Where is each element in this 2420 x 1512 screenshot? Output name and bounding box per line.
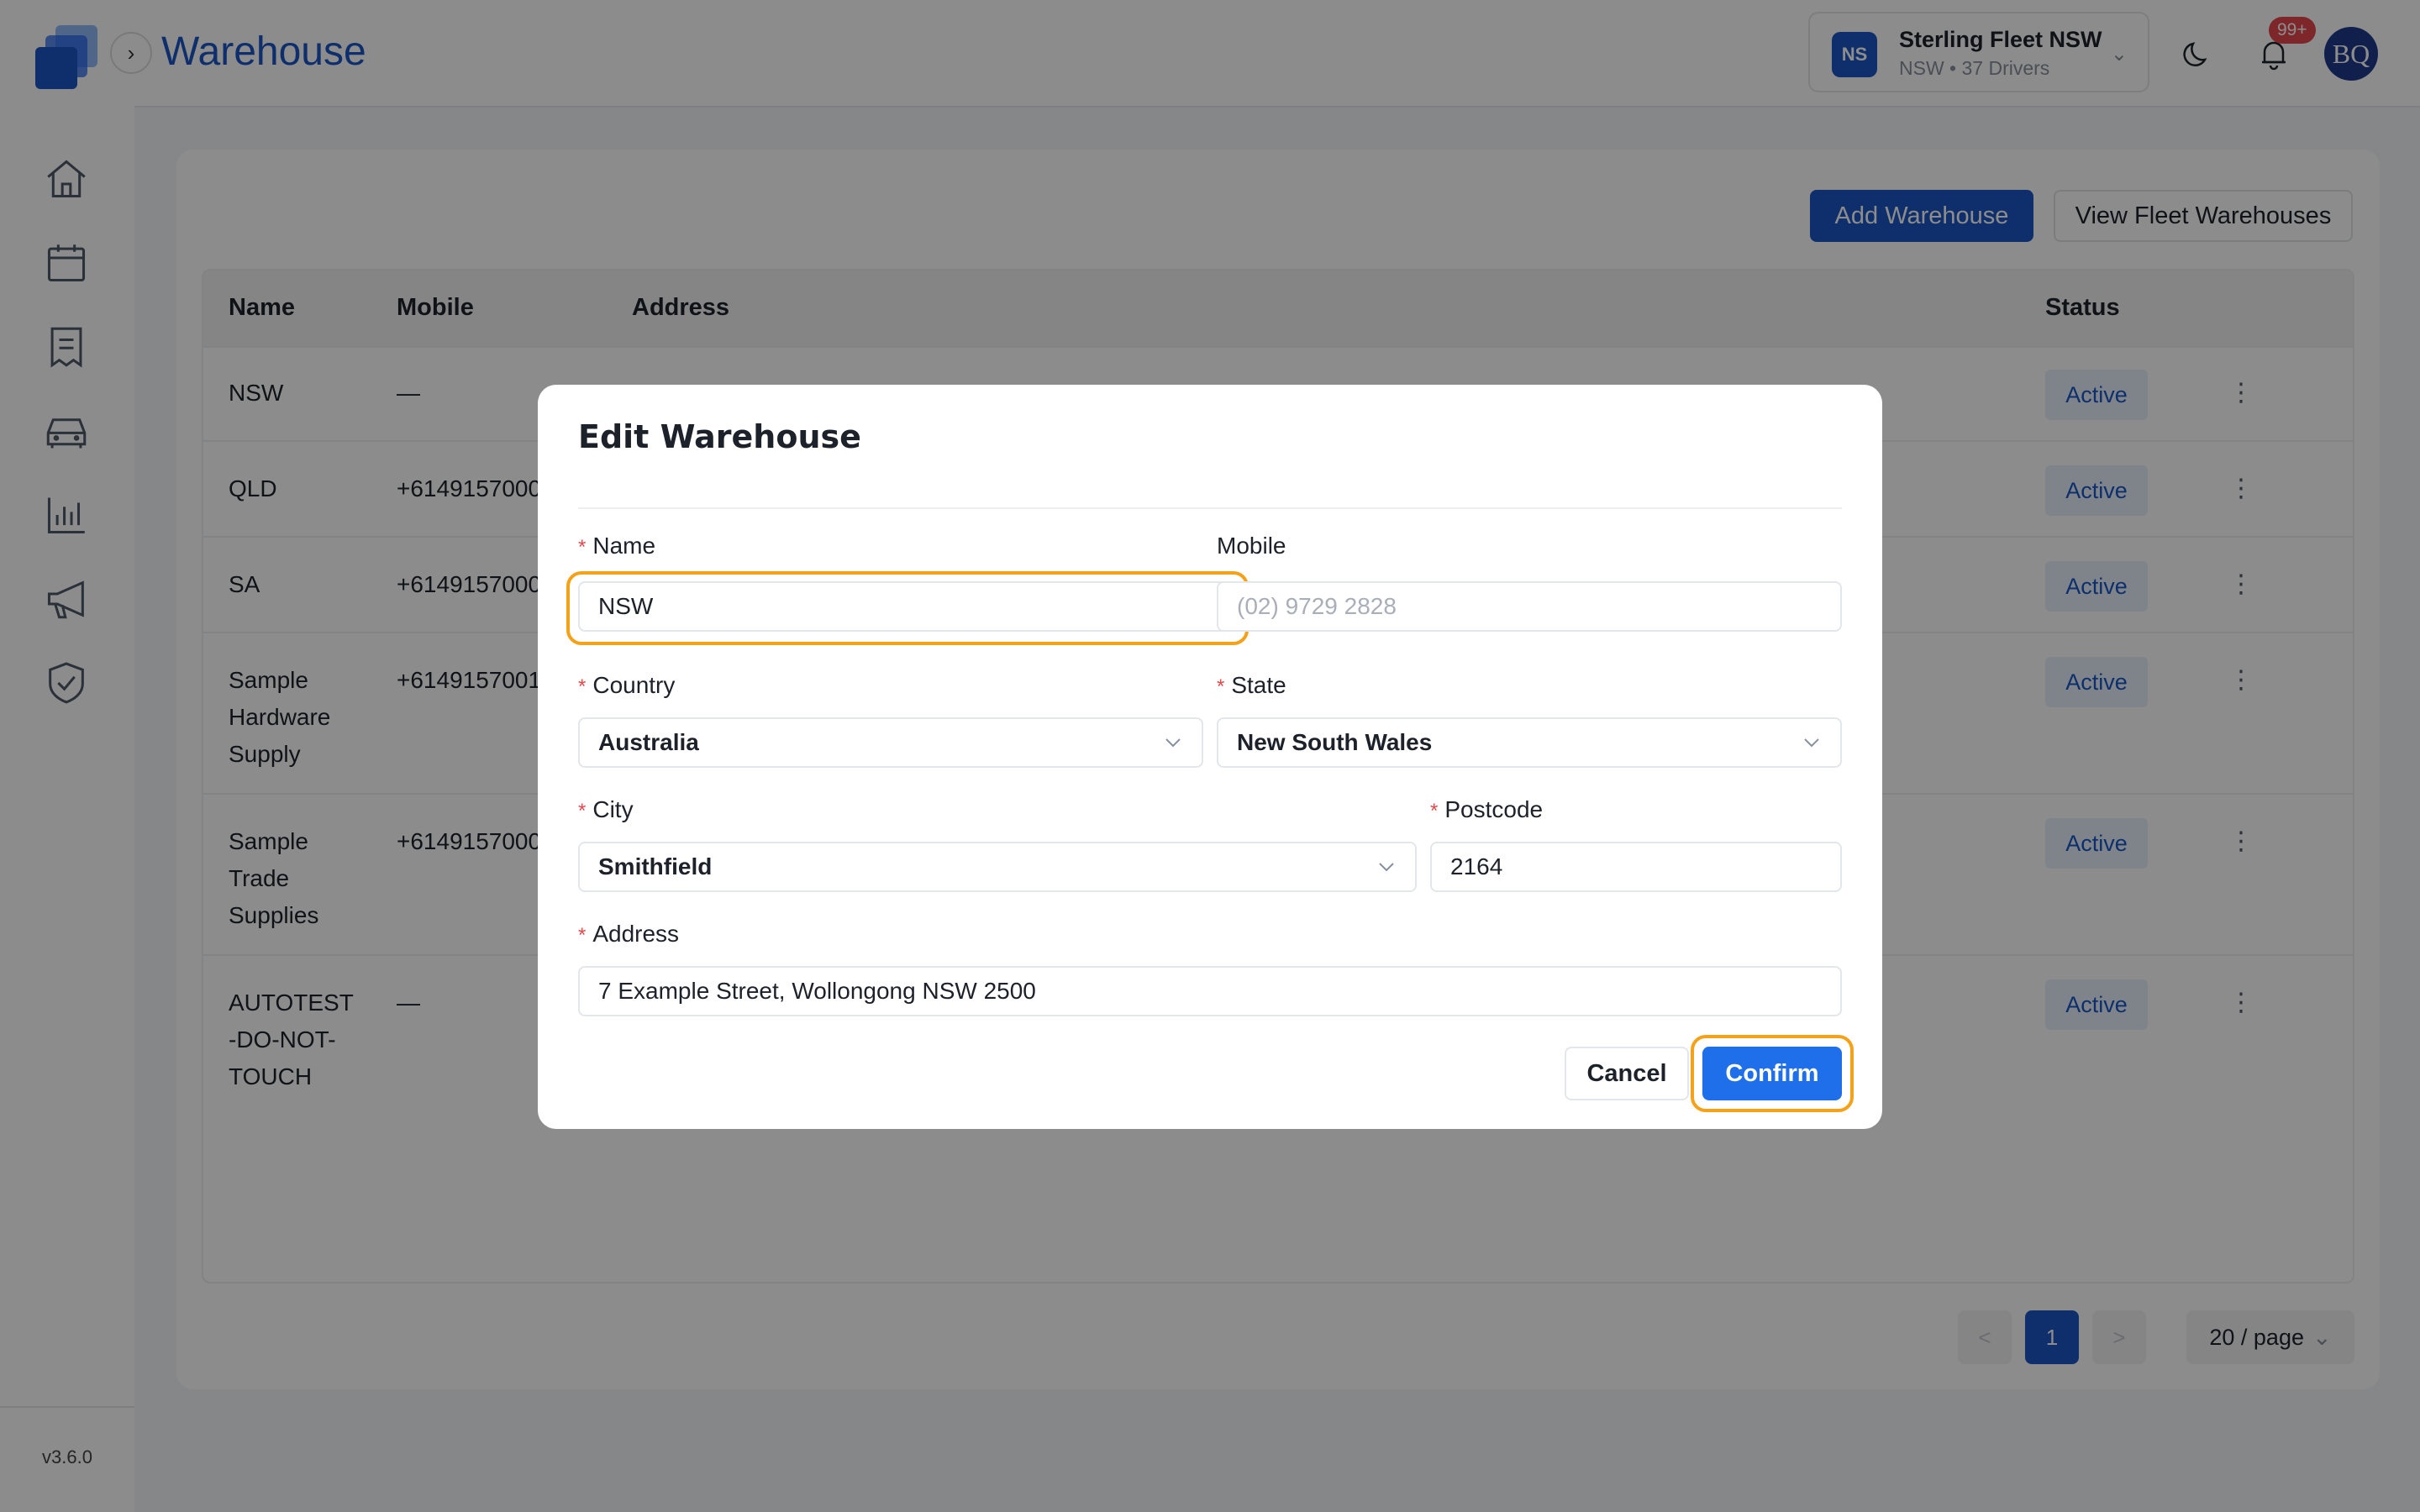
address-label: * Address (578, 921, 679, 948)
postcode-input[interactable]: 2164 (1430, 842, 1842, 892)
mobile-label: Mobile (1217, 533, 1286, 559)
modal-title: Edit Warehouse (578, 418, 861, 455)
address-input[interactable]: 7 Example Street, Wollongong NSW 2500 (578, 966, 1842, 1016)
address-label-text: Address (592, 921, 680, 947)
country-label-text: Country (592, 672, 676, 698)
chevron-down-icon (1379, 863, 1394, 872)
chevron-down-icon (1165, 738, 1181, 748)
state-value: New South Wales (1237, 729, 1433, 755)
country-value: Australia (598, 729, 699, 755)
postcode-label-text: Postcode (1444, 796, 1544, 822)
name-label-text: Name (592, 533, 656, 559)
confirm-button[interactable]: Confirm (1702, 1047, 1842, 1100)
country-label: * Country (578, 672, 675, 699)
city-select[interactable]: Smithfield (578, 842, 1417, 892)
required-marker: * (1217, 675, 1225, 698)
required-marker: * (578, 924, 587, 947)
country-select[interactable]: Australia (578, 717, 1203, 768)
required-marker: * (578, 675, 587, 698)
city-value: Smithfield (598, 853, 713, 879)
required-marker: * (578, 800, 587, 822)
name-input[interactable]: NSW (578, 581, 1237, 632)
required-marker: * (1430, 800, 1439, 822)
required-marker: * (578, 536, 587, 559)
city-label: * City (578, 796, 634, 823)
state-label-text: State (1231, 672, 1286, 698)
modal-divider (578, 507, 1842, 509)
postcode-label: * Postcode (1430, 796, 1543, 823)
edit-warehouse-modal: Edit Warehouse * Name NSW Mobile (02) 972… (538, 385, 1882, 1129)
cancel-button[interactable]: Cancel (1565, 1047, 1689, 1100)
chevron-down-icon (1804, 738, 1819, 748)
mobile-input[interactable]: (02) 9729 2828 (1217, 581, 1842, 632)
state-select[interactable]: New South Wales (1217, 717, 1842, 768)
state-label: * State (1217, 672, 1286, 699)
city-label-text: City (592, 796, 634, 822)
name-label: * Name (578, 533, 655, 559)
